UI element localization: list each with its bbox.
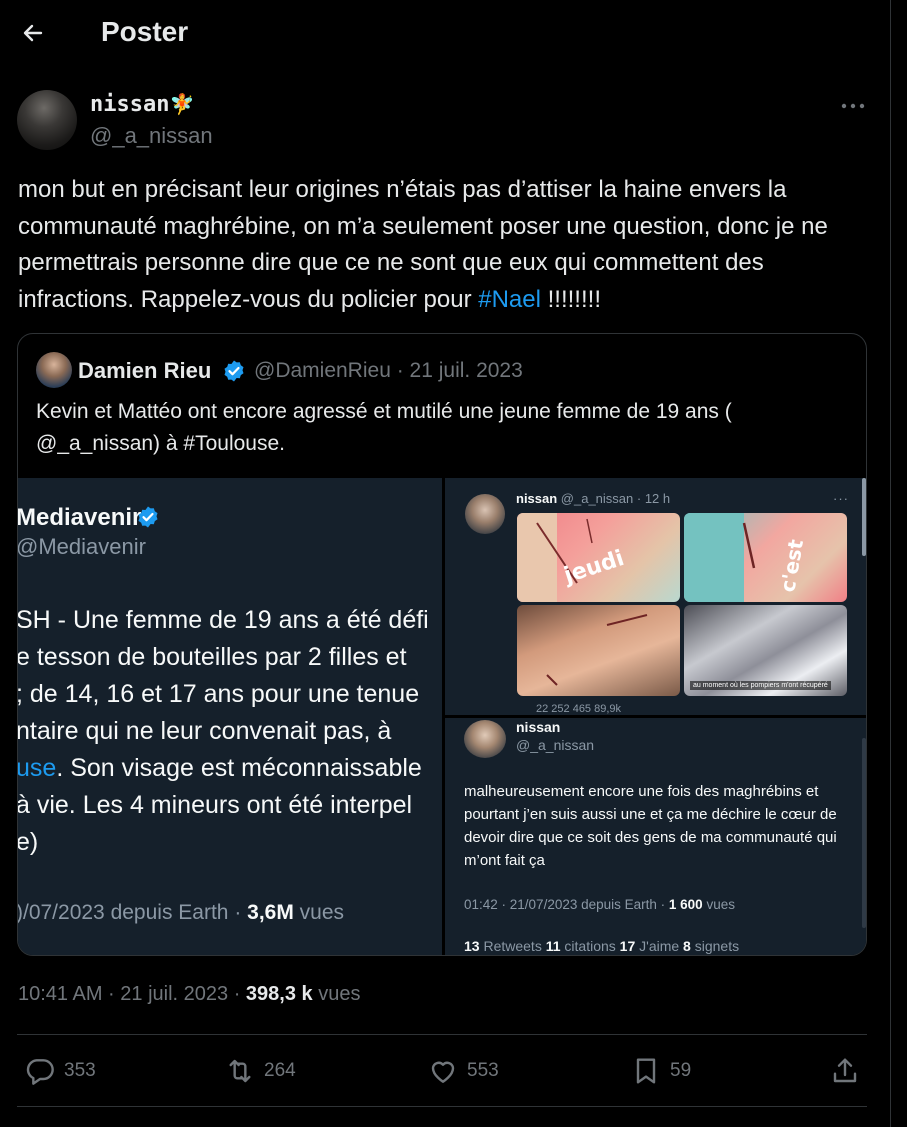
mediavenir-footer-date: )/07/2023 depuis Earth · [18, 901, 248, 924]
mediavenir-name: Mediavenir [18, 504, 142, 531]
scrollbar [862, 738, 866, 928]
column-border [890, 0, 891, 1127]
retweet-icon [229, 1059, 251, 1083]
mediavenir-link: use [18, 754, 57, 782]
tweet-timestamp: 10:41 AM · 21 juil. 2023 · 398,3 k vues [18, 983, 360, 1006]
avatar [465, 494, 505, 534]
author-name-text: nissan [90, 92, 170, 117]
bookmark-count: 59 [670, 1060, 692, 1081]
mediavenir-footer: )/07/2023 depuis Earth · 3,6M vues [18, 901, 344, 925]
more-dots-icon [841, 103, 865, 109]
verified-badge-icon [138, 506, 158, 528]
author-avatar[interactable] [17, 90, 77, 150]
view-label: vues [312, 983, 361, 1005]
quote-count: 11 [545, 938, 561, 954]
screenshot-views: 1 600 [668, 897, 703, 912]
divider [17, 1034, 867, 1035]
mediavenir-handle: @Mediavenir [18, 534, 146, 559]
screenshot-name: nissan [516, 491, 558, 506]
retweet-count: 264 [264, 1060, 296, 1081]
mediavenir-line: e) [18, 828, 39, 856]
bookmark-icon [636, 1058, 656, 1084]
screenshot-name: nissan [516, 719, 561, 735]
mediavenir-line: e tesson de bouteilles par 2 filles et [18, 643, 407, 671]
bookmark-button[interactable]: 59 [630, 1053, 691, 1089]
screenshot-engagement: 13 Retweets 11 citations 17 J'aime 8 sig… [464, 938, 739, 954]
share-icon [833, 1058, 857, 1083]
tweet-text: mon but en précisant leur origines n’éta… [18, 172, 878, 318]
share-button[interactable] [829, 1053, 861, 1089]
screenshot-views-label: vues [702, 897, 735, 912]
bookmark-label: signets [690, 938, 740, 954]
screenshot-time: 01:42 · 21/07/2023 depuis Earth · [464, 897, 669, 912]
avatar [464, 720, 506, 758]
photo-detail: jeudi [517, 513, 627, 602]
mediavenir-line: SH - Une femme de 19 ans a été défi [18, 606, 429, 634]
photo-injury-2: c'est [684, 513, 847, 602]
retweet-count: 13 [464, 938, 480, 954]
mediavenir-views: 3,6M [247, 901, 294, 924]
quote-author-avatar [36, 352, 72, 388]
verified-badge-icon [224, 360, 244, 382]
like-count: 553 [467, 1060, 499, 1081]
view-count: 398,3 k [245, 983, 313, 1005]
photo-injury-4: au moment où les pompiers m'ont récupéré [684, 605, 847, 696]
photo-caption: au moment où les pompiers m'ont récupéré [690, 681, 831, 690]
mediavenir-views-label: vues [293, 901, 345, 924]
more-options-button[interactable] [838, 98, 868, 114]
screenshot-text: malheureusement encore une fois des magh… [464, 783, 837, 869]
photo-detail [546, 614, 648, 686]
mediavenir-line: ; de 14, 16 et 17 ans pour une tenue [18, 680, 420, 708]
photo-detail: c'est [684, 513, 808, 602]
quote-label: citations [560, 938, 620, 954]
retweet-label: Retweets [479, 938, 546, 954]
reply-count: 353 [64, 1060, 96, 1081]
nissan-photos-screenshot: nissan @_a_nissan · 12 h ··· jeudi c'est [445, 478, 866, 715]
fairy-emoji-icon: 🧚 [169, 92, 195, 116]
author-name[interactable]: nissan🧚 [90, 92, 194, 117]
like-label: J'aime [635, 938, 684, 954]
mediavenir-screenshot: Mediavenir @Mediavenir SH - Une femme de… [18, 478, 442, 955]
scrollbar [862, 478, 866, 556]
quote-image[interactable]: Mediavenir @Mediavenir SH - Une femme de… [18, 478, 866, 955]
more-dots-icon: ··· [833, 491, 849, 506]
retweet-button[interactable]: 264 [224, 1053, 296, 1089]
svg-text:c'est: c'est [775, 537, 808, 594]
screenshot-stats: 22 252 465 89,9k [536, 703, 622, 715]
tweet-text-main: mon but en précisant leur origines n’éta… [18, 176, 828, 313]
screenshot-handle: @_a_nissan [516, 737, 595, 753]
screenshot-timestamp: 01:42 · 21/07/2023 depuis Earth · 1 600 … [464, 897, 735, 912]
screenshot-meta: @_a_nissan · 12 h [557, 491, 671, 506]
quote-author-name: Damien Rieu [78, 358, 212, 383]
photo-injury-3 [517, 605, 680, 696]
reply-icon [26, 1059, 54, 1085]
author-handle[interactable]: @_a_nissan [90, 123, 213, 149]
quote-author-meta: @DamienRieu · 21 juil. 2023 [254, 359, 523, 382]
reply-button[interactable]: 353 [24, 1053, 96, 1089]
mediavenir-text: SH - Une femme de 19 ans a été défi e te… [18, 602, 456, 861]
mediavenir-line: ntaire qui ne leur convenait pas, à [18, 717, 392, 745]
tweet-text-end: !!!!!!!! [540, 285, 601, 313]
heart-icon [431, 1061, 455, 1083]
svg-text:jeudi: jeudi [560, 546, 627, 589]
like-button[interactable]: 553 [427, 1053, 499, 1089]
nissan-text-screenshot: nissan @_a_nissan malheureusement encore… [445, 718, 866, 955]
screenshot-header: nissan @_a_nissan · 12 h [516, 491, 670, 506]
photo-injury-1: jeudi [517, 513, 680, 602]
bookmark-count: 8 [683, 938, 691, 954]
back-button[interactable] [16, 16, 50, 50]
hashtag-link[interactable]: #Nael [478, 286, 541, 313]
like-count: 17 [619, 938, 636, 954]
mediavenir-line: use. Son visage est méconnaissable [18, 750, 456, 787]
timestamp-date[interactable]: 10:41 AM · 21 juil. 2023 · [18, 983, 246, 1005]
page-title: Poster [101, 16, 189, 47]
mediavenir-line: à vie. Les 4 mineurs ont été interpel [18, 791, 413, 819]
arrow-left-icon [23, 24, 43, 42]
divider [17, 1106, 867, 1107]
quoted-tweet-card[interactable]: Damien Rieu @DamienRieu · 21 juil. 2023 … [17, 333, 867, 956]
mediavenir-line-rest: . Son visage est méconnaissable [56, 754, 422, 782]
quote-text: Kevin et Mattéo ont encore agressé et mu… [36, 400, 732, 455]
page-header: Poster [0, 0, 890, 66]
